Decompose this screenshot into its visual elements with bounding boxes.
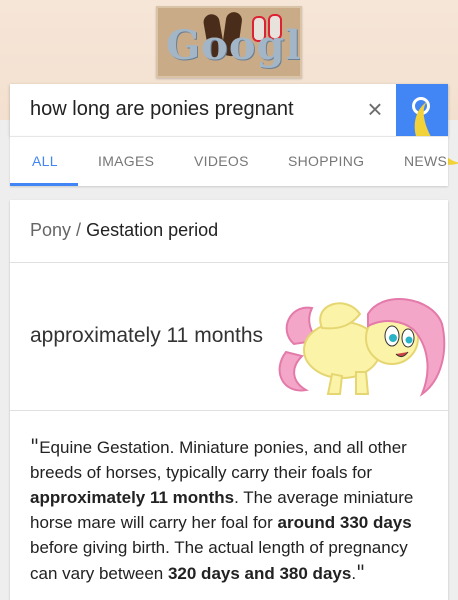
divider (10, 410, 448, 411)
snippet-bold: 320 days and 380 days (167, 564, 352, 583)
pony-illustration (278, 298, 446, 397)
snippet-bold: approximately 11 months (30, 488, 235, 507)
search-tabs: ALL IMAGES VIDEOS SHOPPING NEWS (10, 136, 448, 186)
snippet-part: Equine Gestation. Miniature ponies, and … (30, 438, 407, 482)
doodle-logo-text: Google (166, 22, 302, 69)
snippet-text: "Equine Gestation. Miniature ponies, and… (30, 434, 438, 586)
search-input[interactable]: how long are ponies pregnant (30, 98, 294, 121)
search-box: how long are ponies pregnant × (10, 84, 448, 136)
close-quote: " (356, 560, 366, 584)
tab-shopping[interactable]: SHOPPING (288, 137, 364, 186)
open-quote: " (30, 434, 40, 458)
breadcrumb-attribute: Gestation period (86, 220, 219, 240)
tab-videos[interactable]: VIDEOS (194, 137, 249, 186)
breadcrumb-separator: / (76, 220, 82, 240)
snippet-bold: around 330 days (277, 513, 412, 532)
tab-all[interactable]: ALL (32, 137, 58, 186)
divider (10, 262, 448, 263)
answer-text: approximately 11 months (30, 324, 264, 347)
answer-card: Pony / Gestation period approximately 11… (10, 200, 448, 600)
breadcrumb: Pony / Gestation period (30, 220, 218, 241)
tab-images[interactable]: IMAGES (98, 137, 154, 186)
breadcrumb-entity[interactable]: Pony (30, 220, 71, 240)
google-doodle[interactable]: Google (156, 6, 302, 78)
close-icon[interactable]: × (362, 96, 388, 122)
active-tab-indicator (10, 183, 78, 186)
tab-news[interactable]: NEWS (404, 137, 447, 186)
